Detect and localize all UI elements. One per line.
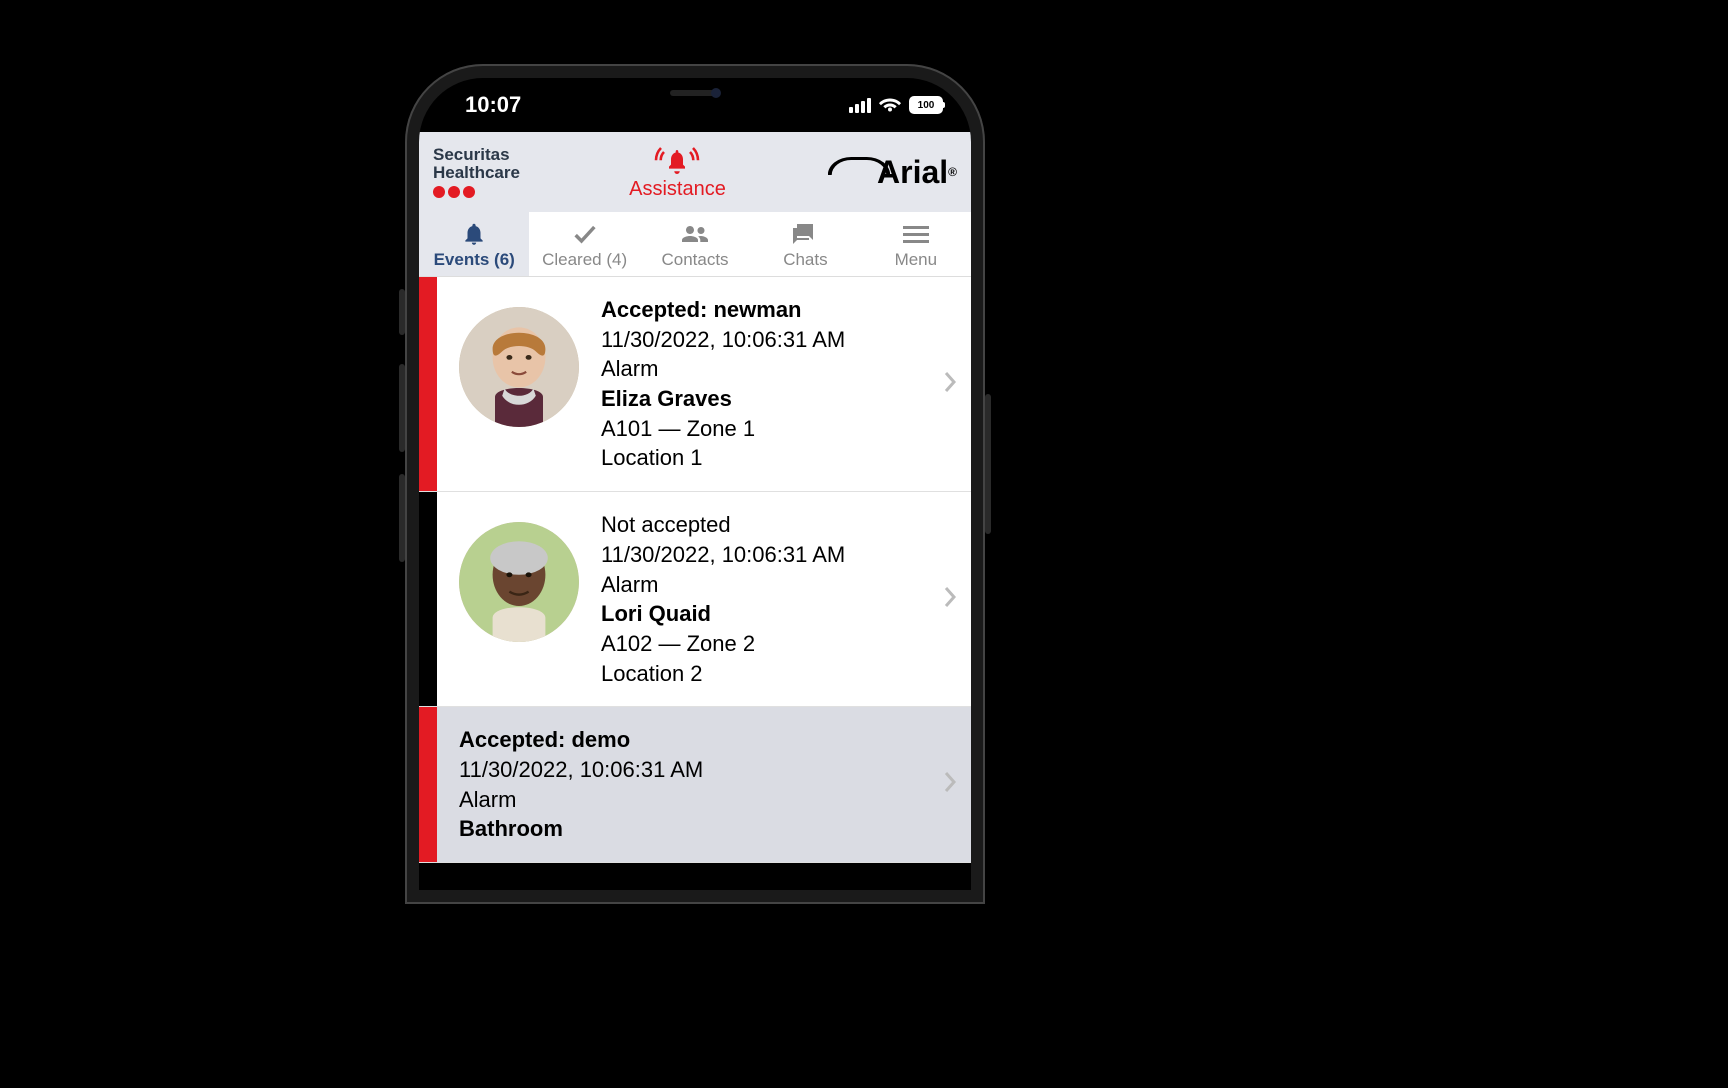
event-list: Accepted: newman 11/30/2022, 10:06:31 AM… — [419, 277, 971, 863]
tab-events[interactable]: Events (6) — [419, 212, 529, 276]
event-status: Not accepted — [601, 510, 933, 540]
event-room-zone: A102 — Zone 2 — [601, 629, 933, 659]
menu-icon — [861, 220, 971, 248]
event-timestamp: 11/30/2022, 10:06:31 AM — [459, 755, 933, 785]
priority-indicator — [419, 277, 437, 491]
assistance-button[interactable]: Assistance — [629, 144, 726, 201]
volume-button — [399, 289, 405, 335]
app-header: Securitas Healthcare Assistance Arial® — [419, 132, 971, 212]
chevron-right-icon — [943, 586, 957, 613]
avatar — [459, 307, 579, 427]
event-row[interactable]: Not accepted 11/30/2022, 10:06:31 AM Ala… — [419, 492, 971, 707]
wifi-icon — [879, 97, 901, 113]
event-status: Accepted: newman — [601, 295, 933, 325]
priority-indicator — [419, 492, 437, 706]
battery-icon: 100 — [909, 96, 943, 114]
phone-frame: 10:07 100 Securitas Healthcare — [405, 64, 985, 904]
event-person-name: Lori Quaid — [601, 599, 933, 629]
people-icon — [640, 220, 750, 248]
event-area-name: Bathroom — [459, 814, 933, 844]
priority-indicator — [419, 707, 437, 862]
tab-contacts[interactable]: Contacts — [640, 212, 750, 276]
chat-icon — [750, 220, 860, 248]
event-location: Location 1 — [601, 443, 933, 473]
check-icon — [529, 220, 639, 248]
tab-chats[interactable]: Chats — [750, 212, 860, 276]
chevron-right-icon — [943, 771, 957, 798]
tab-menu[interactable]: Menu — [861, 212, 971, 276]
event-timestamp: 11/30/2022, 10:06:31 AM — [601, 540, 933, 570]
event-type: Alarm — [601, 354, 933, 384]
cellular-signal-icon — [849, 98, 871, 113]
event-status: Accepted: demo — [459, 725, 933, 755]
tab-bar: Events (6) Cleared (4) Contacts Chats — [419, 212, 971, 277]
status-time: 10:07 — [465, 92, 521, 118]
avatar — [459, 522, 579, 642]
event-row[interactable]: Accepted: newman 11/30/2022, 10:06:31 AM… — [419, 277, 971, 492]
event-person-name: Eliza Graves — [601, 384, 933, 414]
volume-up-button — [399, 364, 405, 452]
bell-icon — [419, 220, 529, 248]
event-location: Location 2 — [601, 659, 933, 689]
chevron-right-icon — [943, 371, 957, 398]
brand-logo-right: Arial® — [835, 154, 957, 191]
event-type: Alarm — [459, 785, 933, 815]
phone-notch — [595, 78, 795, 110]
event-row[interactable]: Accepted: demo 11/30/2022, 10:06:31 AM A… — [419, 707, 971, 863]
event-room-zone: A101 — Zone 1 — [601, 414, 933, 444]
event-timestamp: 11/30/2022, 10:06:31 AM — [601, 325, 933, 355]
power-button — [985, 394, 991, 534]
tab-cleared[interactable]: Cleared (4) — [529, 212, 639, 276]
event-type: Alarm — [601, 570, 933, 600]
brand-logo-left: Securitas Healthcare — [433, 146, 520, 198]
phone-screen: 10:07 100 Securitas Healthcare — [419, 78, 971, 890]
alarm-bell-icon — [629, 144, 726, 178]
volume-down-button — [399, 474, 405, 562]
